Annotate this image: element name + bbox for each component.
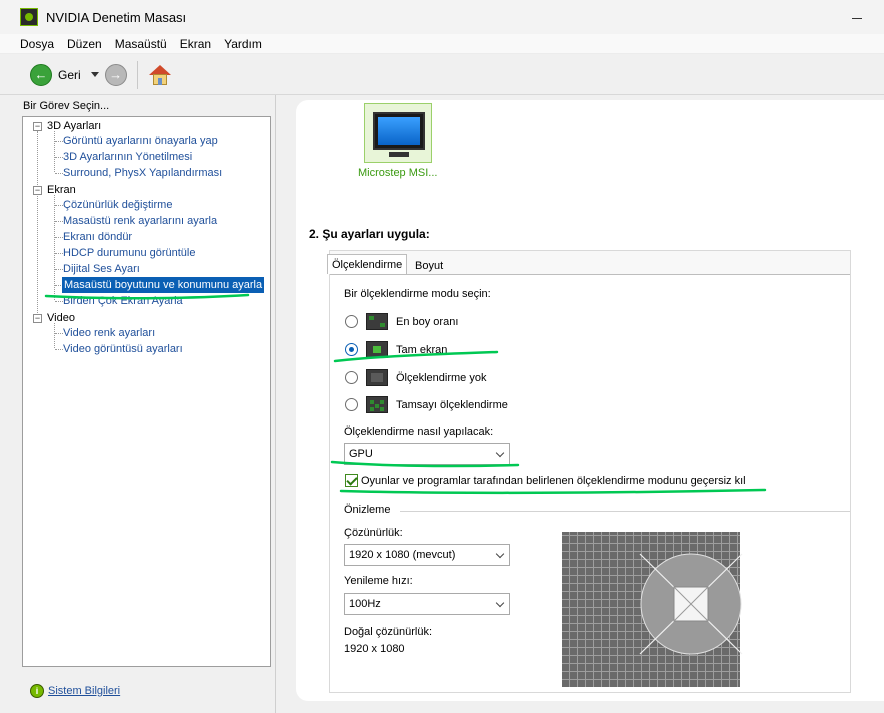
tree-category-video[interactable]: Video xyxy=(47,310,75,326)
task-pane: Bir Görev Seçin... − 3D Ayarları Görüntü… xyxy=(18,95,276,713)
refresh-rate-value: 100Hz xyxy=(349,598,381,610)
preview-group-title: Önizleme xyxy=(344,504,391,516)
native-resolution-value: 1920 x 1080 xyxy=(344,643,405,655)
back-button-label[interactable]: Geri xyxy=(58,68,81,82)
toolbar-separator xyxy=(136,60,138,89)
collapse-3d-icon[interactable]: − xyxy=(33,122,42,131)
monitor-tile[interactable] xyxy=(364,103,432,163)
title-bar: NVIDIA Denetim Masası xyxy=(0,0,884,34)
preview-group-divider xyxy=(400,511,850,512)
tree-item-video-color[interactable]: Video renk ayarları xyxy=(63,325,155,341)
resolution-select[interactable]: 1920 x 1080 (mevcut) xyxy=(344,544,510,566)
menu-display[interactable]: Ekran xyxy=(180,37,211,51)
window-title: NVIDIA Denetim Masası xyxy=(46,9,187,25)
chevron-down-icon xyxy=(495,448,505,458)
native-resolution-label: Doğal çözünürlük: xyxy=(344,626,433,638)
tree-item-multiple-displays[interactable]: Birden Çok Ekran Ayarla xyxy=(63,293,183,309)
menu-bar: Dosya Düzen Masaüstü Ekran Yardım xyxy=(0,34,884,54)
tree-item-change-resolution[interactable]: Çözünürlük değiştirme xyxy=(63,197,172,213)
aspect-ratio-mode-icon xyxy=(366,313,388,330)
chevron-down-icon xyxy=(495,549,505,559)
refresh-rate-select[interactable]: 100Hz xyxy=(344,593,510,615)
chevron-down-icon xyxy=(495,598,505,608)
task-pane-heading: Bir Görev Seçin... xyxy=(23,100,110,112)
tree-item-digital-audio[interactable]: Dijital Ses Ayarı xyxy=(63,261,140,277)
tab-size[interactable]: Boyut xyxy=(411,256,447,276)
collapse-display-icon[interactable]: − xyxy=(33,186,42,195)
menu-desktop[interactable]: Masaüstü xyxy=(115,37,167,51)
collapse-video-icon[interactable]: − xyxy=(33,314,42,323)
minimize-button[interactable] xyxy=(844,10,874,26)
content-area: Microstep MSI... 2. Şu ayarları uygula: … xyxy=(277,95,884,713)
perform-scaling-label: Ölçeklendirme nasıl yapılacak: xyxy=(344,426,494,438)
radio-full-screen[interactable] xyxy=(345,343,358,356)
toolbar: ← Geri → xyxy=(0,55,884,95)
back-history-dropdown-icon[interactable] xyxy=(90,72,99,77)
mode-label-full-screen[interactable]: Tam ekran xyxy=(396,344,447,356)
tree-item-desktop-color[interactable]: Masaüstü renk ayarlarını ayarla xyxy=(63,213,217,229)
monitor-icon xyxy=(373,112,425,150)
preview-test-pattern xyxy=(639,553,743,655)
radio-no-scaling[interactable] xyxy=(345,371,358,384)
tree-item-manage-3d[interactable]: 3D Ayarlarının Yönetilmesi xyxy=(63,149,192,165)
tree-item-video-image[interactable]: Video görüntüsü ayarları xyxy=(63,341,183,357)
resolution-label: Çözünürlük: xyxy=(344,527,403,539)
nvidia-app-icon xyxy=(20,8,38,26)
menu-edit[interactable]: Düzen xyxy=(67,37,102,51)
radio-integer-scaling[interactable] xyxy=(345,398,358,411)
system-info-label[interactable]: Sistem Bilgileri xyxy=(48,685,120,697)
mode-label-no-scaling[interactable]: Ölçeklendirme yok xyxy=(396,372,486,384)
tree-item-hdcp-status[interactable]: HDCP durumunu görüntüle xyxy=(63,245,195,261)
mode-label-integer-scaling[interactable]: Tamsayı ölçeklendirme xyxy=(396,399,508,411)
override-scaling-checkbox[interactable] xyxy=(345,474,358,487)
full-screen-mode-icon xyxy=(366,341,388,358)
scaling-preview xyxy=(562,532,743,687)
home-icon[interactable] xyxy=(148,63,172,87)
tree-category-display[interactable]: Ekran xyxy=(47,182,76,198)
tree-item-desktop-size-position[interactable]: Masaüstü boyutunu ve konumunu ayarla xyxy=(62,277,265,293)
task-tree: − 3D Ayarları Görüntü ayarlarını önayarl… xyxy=(22,116,271,667)
forward-arrow-icon[interactable]: → xyxy=(104,63,127,86)
tree-item-surround-physx[interactable]: Surround, PhysX Yapılandırması xyxy=(63,165,222,181)
perform-scaling-value: GPU xyxy=(349,448,373,460)
mode-label-aspect-ratio[interactable]: En boy oranı xyxy=(396,316,458,328)
integer-scaling-mode-icon xyxy=(366,396,388,413)
section-title: 2. Şu ayarları uygula: xyxy=(309,227,430,241)
menu-file[interactable]: Dosya xyxy=(20,37,54,51)
tree-item-image-presets[interactable]: Görüntü ayarlarını önayarla yap xyxy=(63,133,218,149)
scaling-tab-panel: Bir ölçeklendirme modu seçin: En boy ora… xyxy=(330,274,850,692)
settings-tab-area: Bir ölçeklendirme modu seçin: En boy ora… xyxy=(327,250,851,693)
system-info-link[interactable]: i Sistem Bilgileri xyxy=(30,684,120,698)
monitor-label: Microstep MSI... xyxy=(358,167,438,179)
perform-scaling-select[interactable]: GPU xyxy=(344,443,510,465)
mode-prompt: Bir ölçeklendirme modu seçin: xyxy=(344,288,491,300)
system-info-icon: i xyxy=(30,684,44,698)
tree-item-rotate-display[interactable]: Ekranı döndür xyxy=(63,229,132,245)
tab-scaling[interactable]: Ölçeklendirme xyxy=(327,254,408,274)
back-arrow-icon[interactable]: ← xyxy=(30,63,52,86)
radio-aspect-ratio[interactable] xyxy=(345,315,358,328)
no-scaling-mode-icon xyxy=(366,369,388,386)
refresh-rate-label: Yenileme hızı: xyxy=(344,575,413,587)
content-panel: Microstep MSI... 2. Şu ayarları uygula: … xyxy=(296,100,884,701)
resolution-value: 1920 x 1080 (mevcut) xyxy=(349,549,456,561)
override-scaling-label[interactable]: Oyunlar ve programlar tarafından belirle… xyxy=(361,475,746,487)
menu-help[interactable]: Yardım xyxy=(224,37,262,51)
tree-category-3d[interactable]: 3D Ayarları xyxy=(47,118,101,134)
